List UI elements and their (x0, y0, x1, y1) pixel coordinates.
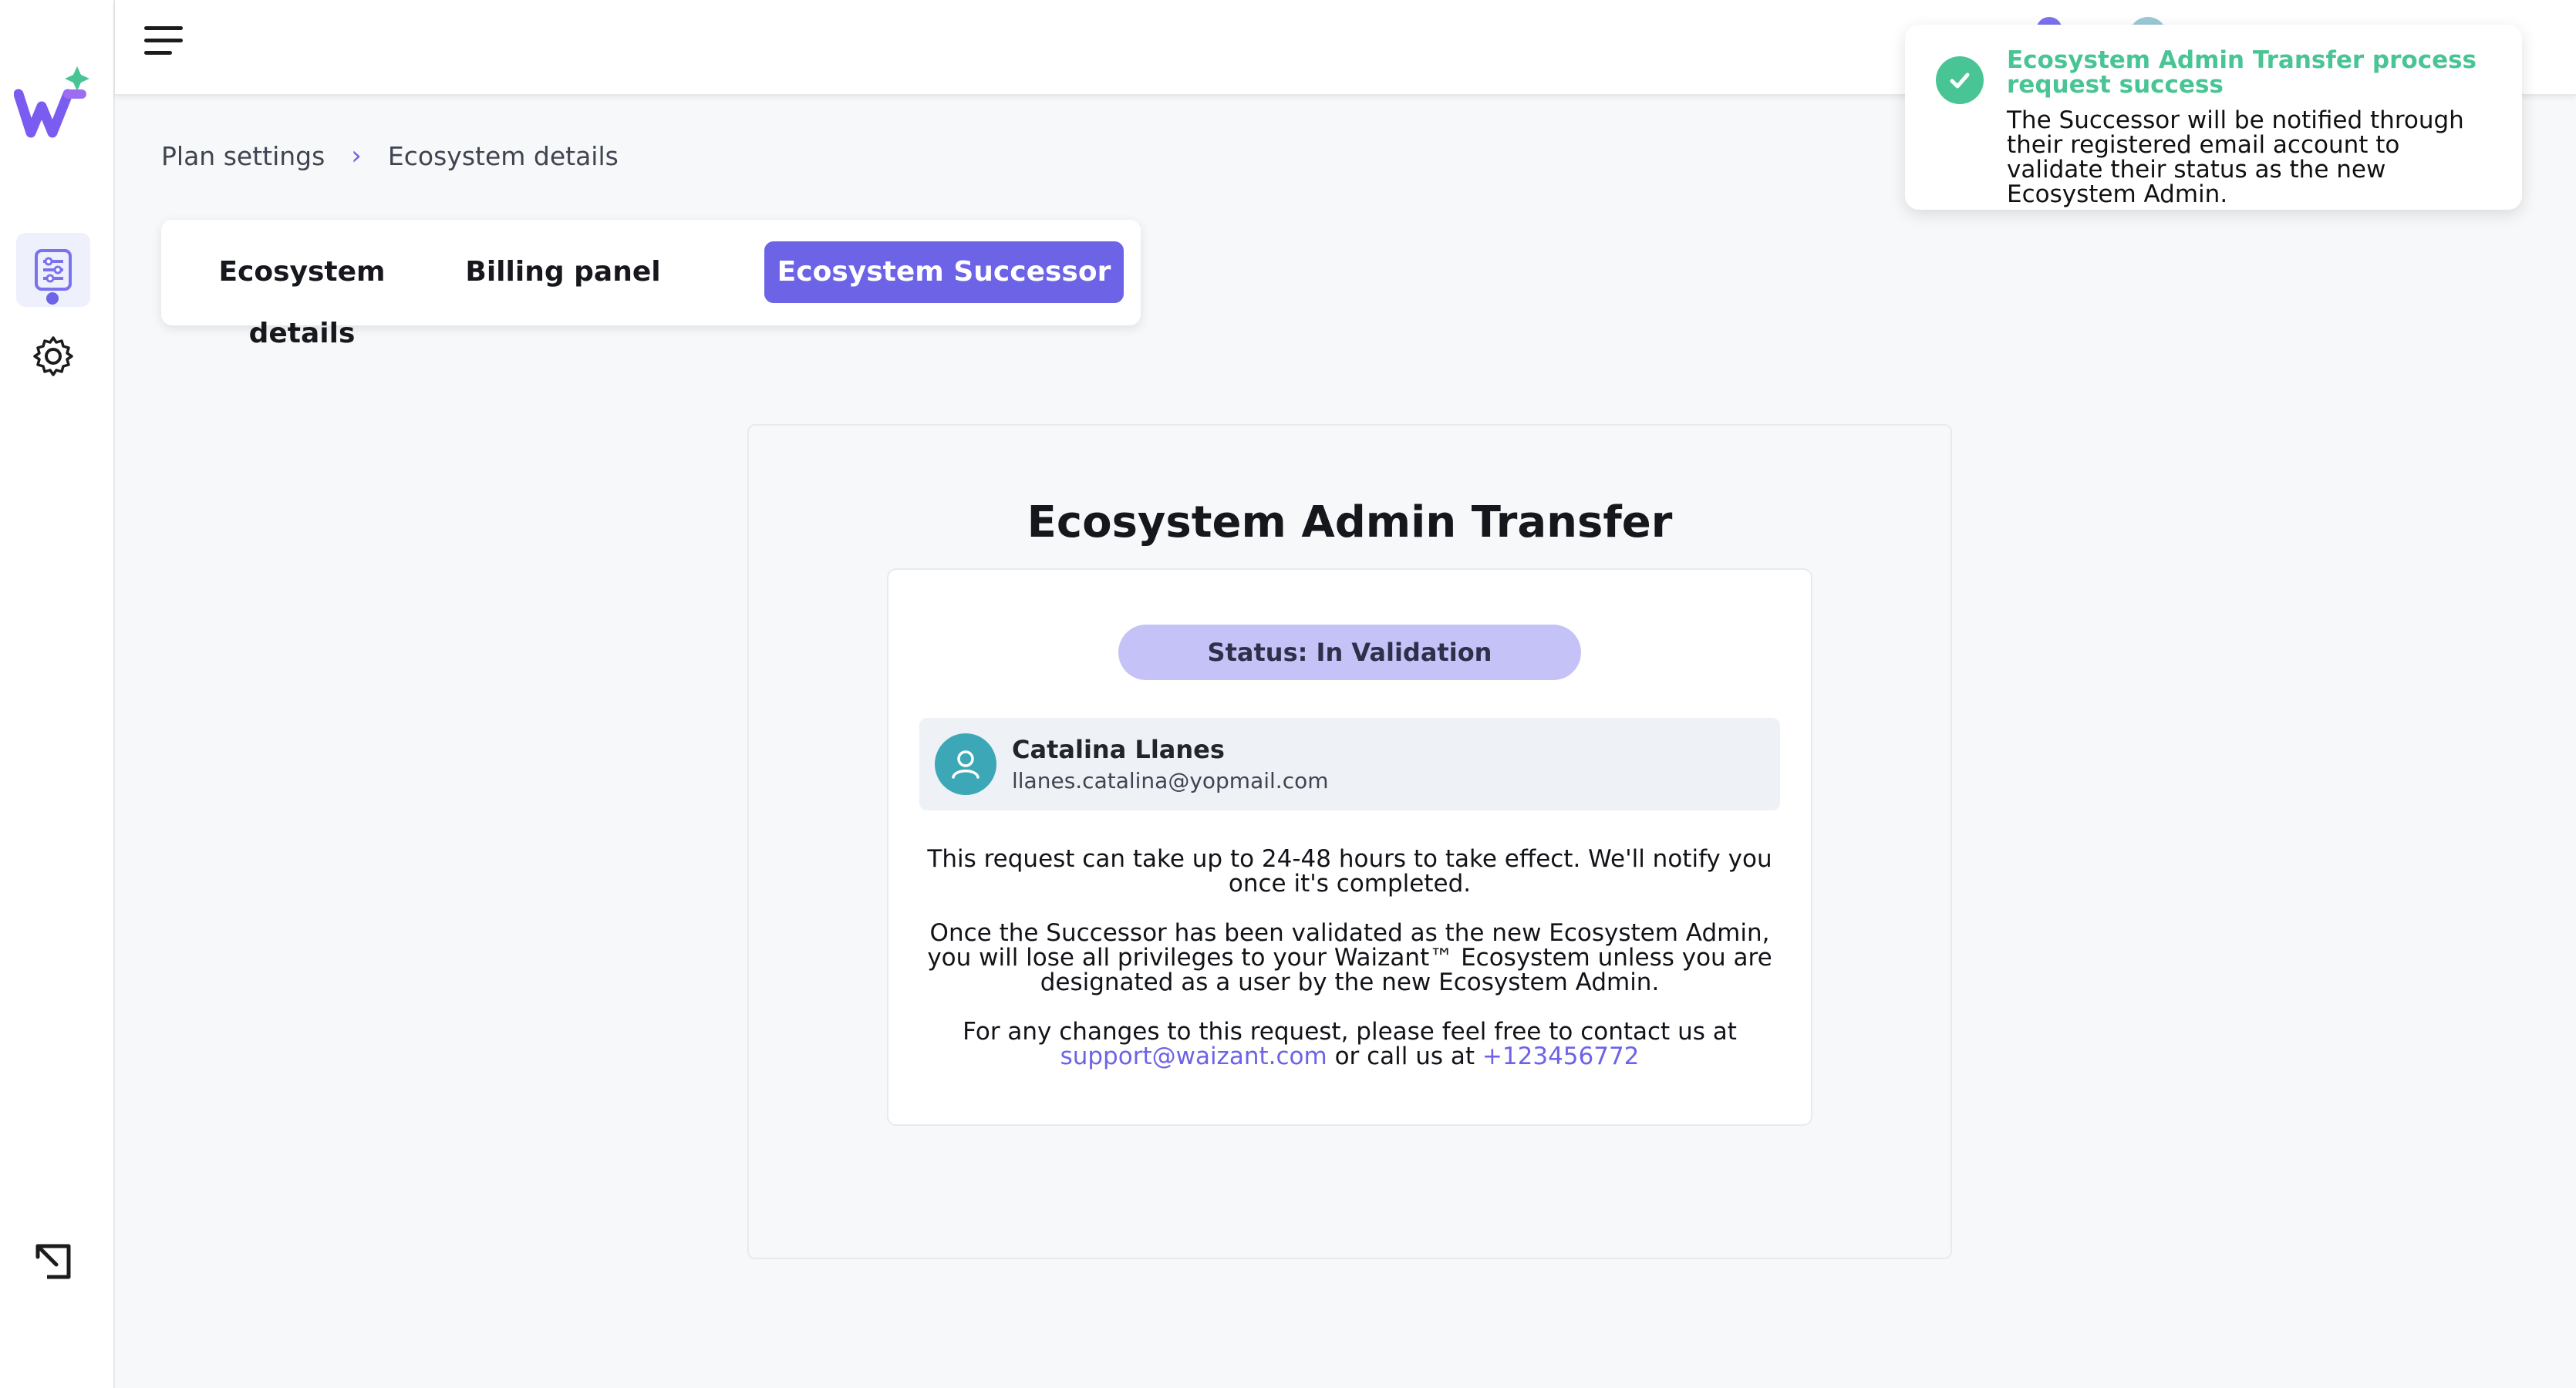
tab-billing-panel[interactable]: Billing panel (450, 241, 676, 303)
successor-email: llanes.catalina@yopmail.com (1012, 768, 1329, 793)
breadcrumb-current: Ecosystem details (387, 140, 619, 171)
logout-button[interactable] (16, 1225, 90, 1299)
phone-link[interactable]: +123456772 (1482, 1043, 1639, 1070)
page-title: Ecosystem Admin Transfer (1027, 497, 1673, 547)
toast-title: Ecosystem Admin Transfer process request… (2007, 46, 2477, 99)
info-text-timing: This request can take up to 24-48 hours … (927, 845, 1772, 898)
active-indicator-dot (46, 292, 59, 305)
tab-bar: Ecosystem details Billing panel Ecosyste… (161, 220, 1141, 349)
contact-prefix: For any changes to this request, please … (963, 1018, 1737, 1046)
successor-name: Catalina Llanes (1012, 735, 1225, 764)
chevron-right-icon: › (351, 140, 362, 171)
check-icon (1936, 56, 1984, 104)
info-text-privileges: Once the Successor has been validated as… (927, 919, 1772, 996)
user-icon (935, 733, 996, 795)
exit-icon (35, 1244, 71, 1279)
breadcrumb: Plan settings › Ecosystem details (161, 140, 619, 171)
success-toast: Ecosystem Admin Transfer process request… (1905, 25, 2522, 210)
support-email-link[interactable]: support@waizant.com (1060, 1043, 1327, 1070)
info-text-contact: For any changes to this request, please … (918, 1019, 1782, 1069)
tab-ecosystem-successor[interactable]: Ecosystem Successor (764, 241, 1124, 303)
menu-icon[interactable] (144, 26, 183, 57)
successor-user-box: Catalina Llanes llanes.catalina@yopmail.… (919, 718, 1780, 810)
toast-message: The Successor will be notified through t… (2007, 106, 2464, 208)
waizant-logo (14, 66, 89, 138)
gear-icon (33, 336, 73, 376)
sidebar-item-settings[interactable] (16, 319, 90, 393)
contact-mid: or call us at (1334, 1043, 1475, 1070)
sidebar (0, 0, 115, 1388)
breadcrumb-root[interactable]: Plan settings (161, 141, 325, 171)
plan-settings-icon (35, 249, 72, 291)
status-badge: Status: In Validation (1118, 625, 1581, 680)
tab-ecosystem-details[interactable]: Ecosystem details (177, 241, 427, 349)
